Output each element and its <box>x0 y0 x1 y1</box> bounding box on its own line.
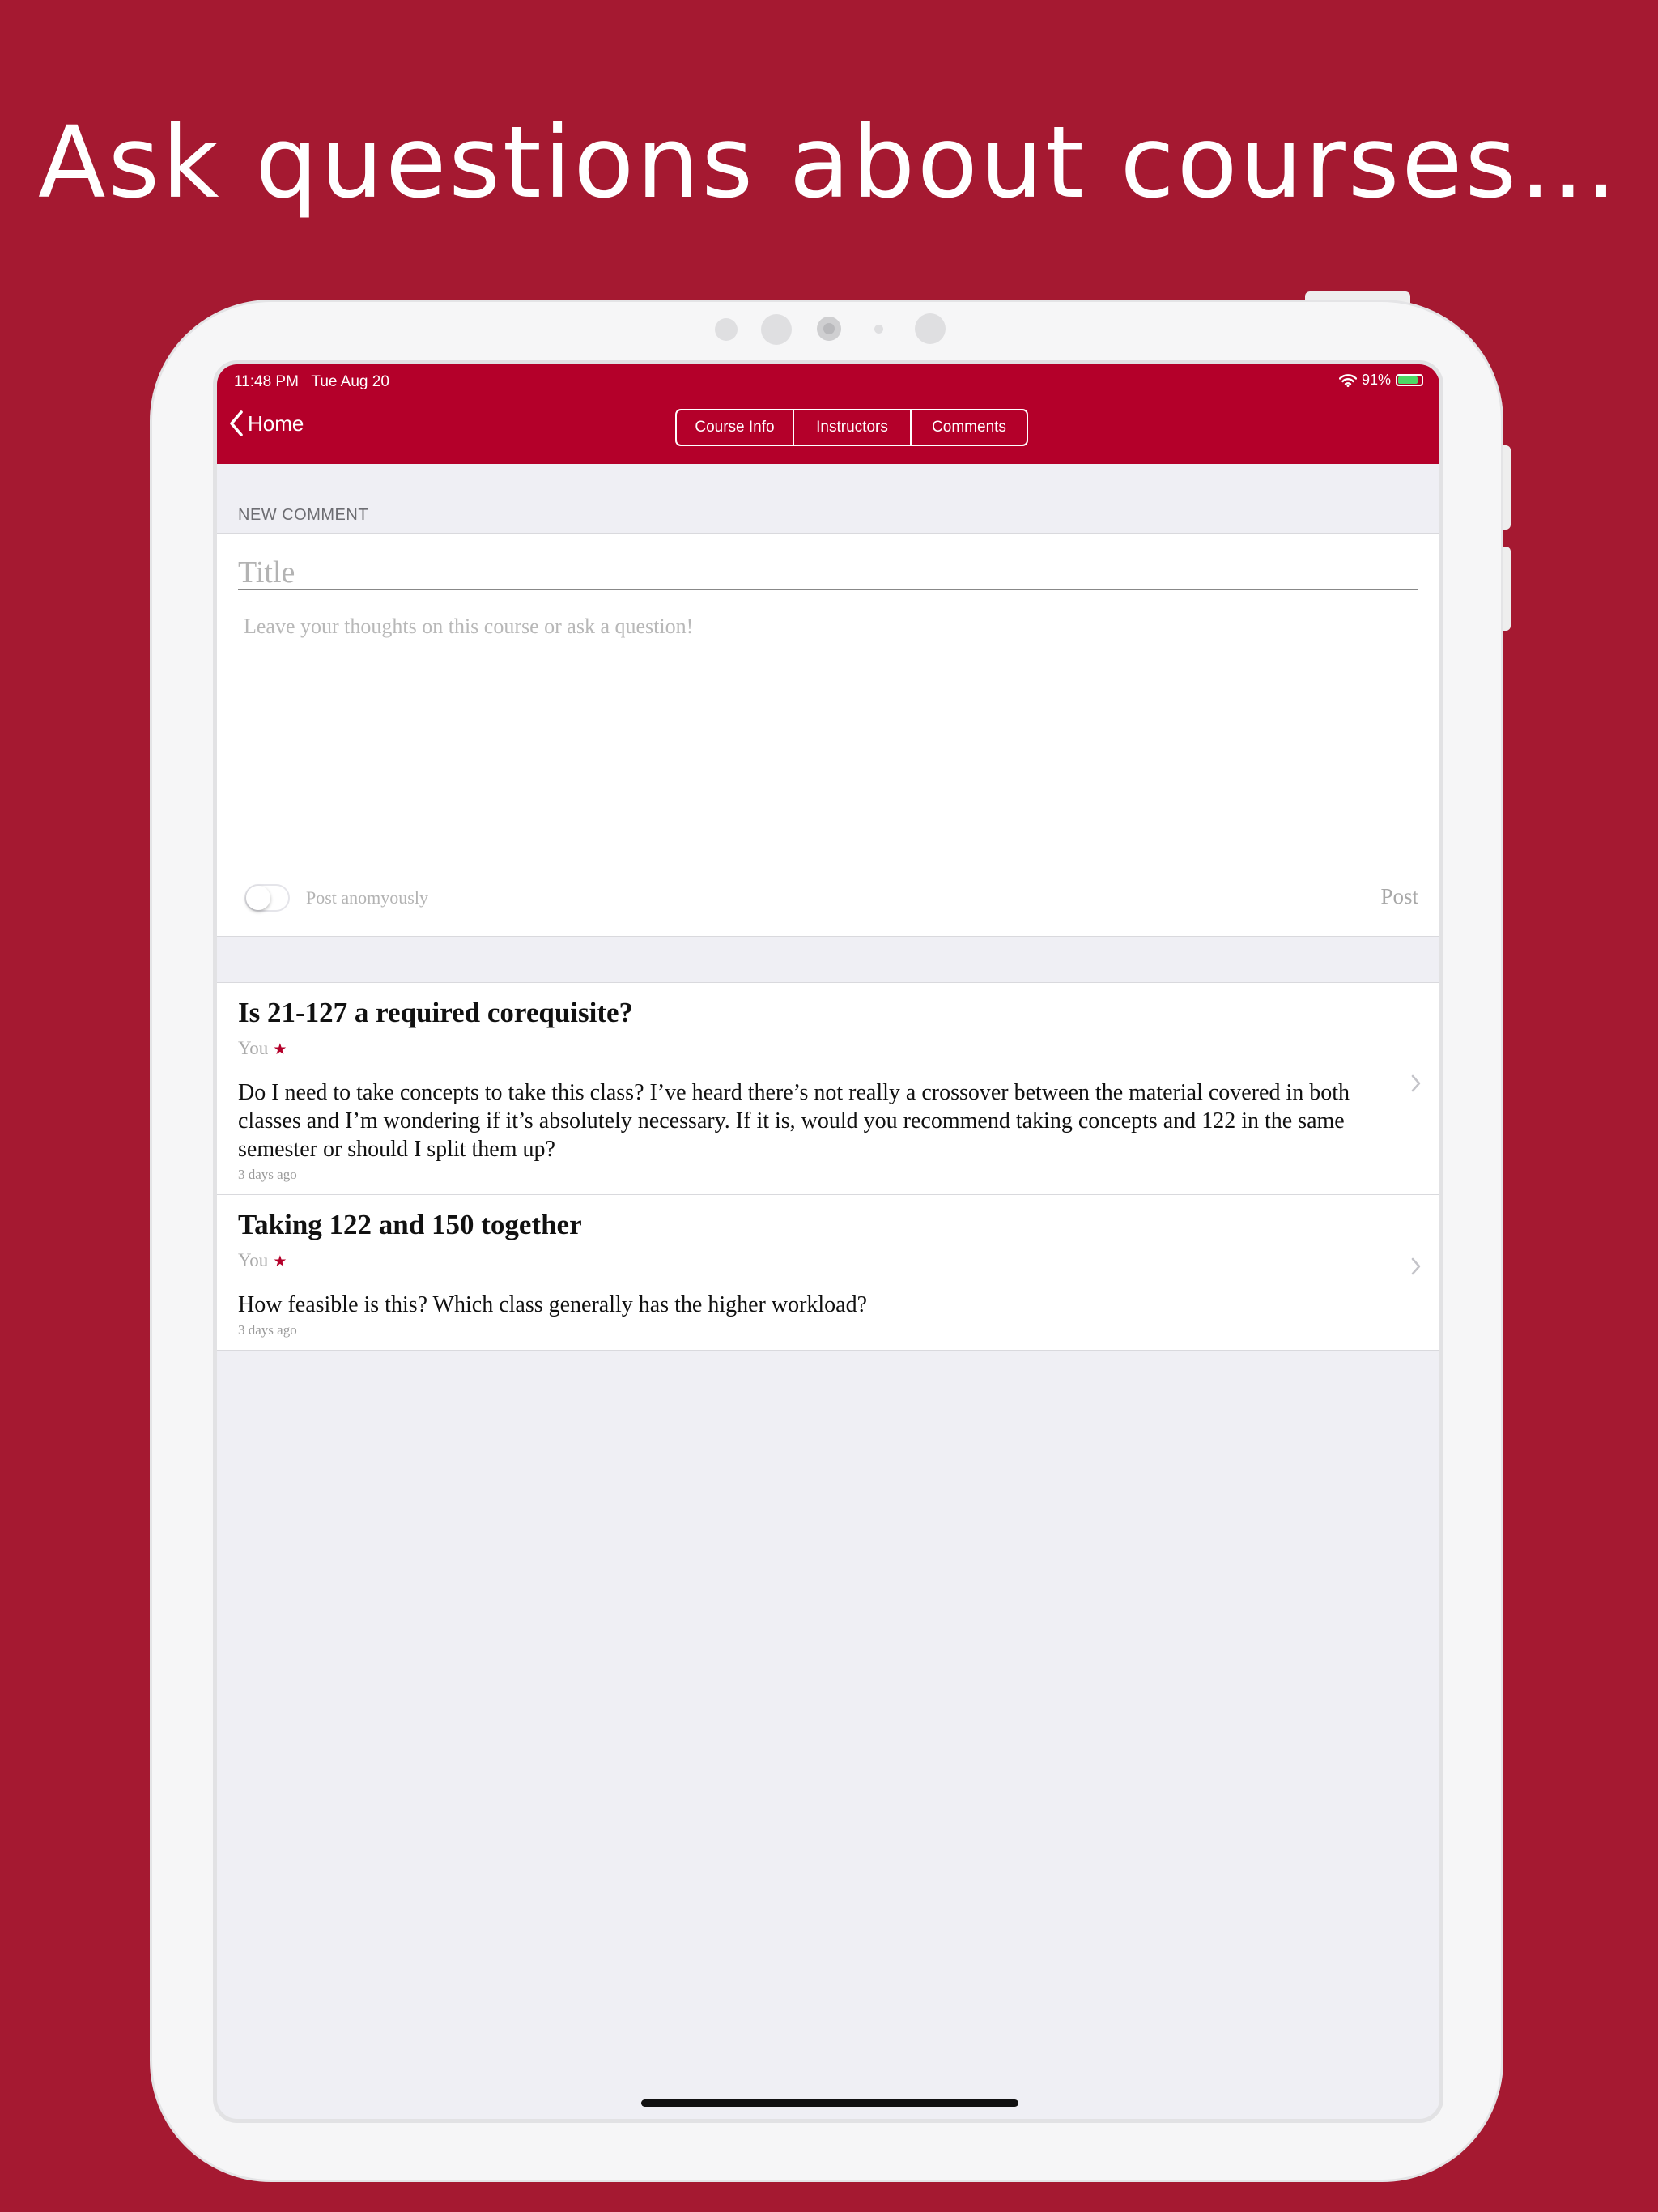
anonymous-label: Post anomyously <box>306 887 428 908</box>
back-chevron-icon <box>230 410 243 436</box>
anonymous-toggle[interactable] <box>244 884 290 912</box>
status-date: Tue Aug 20 <box>311 373 389 390</box>
comment-author: You <box>238 1038 269 1058</box>
comment-time: 3 days ago <box>238 1322 297 1338</box>
comment-body: Do I need to take concepts to take this … <box>238 1080 1350 1162</box>
battery-icon <box>1396 374 1423 386</box>
comment-author: You <box>238 1250 269 1270</box>
device-volume-down-button <box>1503 547 1511 631</box>
camera-dot-icon <box>915 313 946 344</box>
headline: Ask questions about courses… <box>37 105 1621 220</box>
camera-dot-icon <box>715 318 738 341</box>
star-icon: ★ <box>273 1253 287 1270</box>
device-volume-up-button <box>1503 445 1511 530</box>
comment-time: 3 days ago <box>238 1167 297 1182</box>
comment-author-line: You ★ <box>238 1036 1358 1062</box>
tab-course-info[interactable]: Course Info <box>677 410 794 445</box>
comment-body-input[interactable]: Leave your thoughts on this course or as… <box>244 615 693 639</box>
new-comment-form: Title Leave your thoughts on this course… <box>217 533 1439 937</box>
comment-body: How feasible is this? Which class genera… <box>238 1292 868 1317</box>
camera-dot-icon <box>761 314 792 345</box>
sensor-dot-icon <box>874 325 883 334</box>
home-indicator[interactable] <box>641 2099 1018 2107</box>
battery-percent: 91% <box>1361 372 1391 388</box>
title-input[interactable]: Title <box>238 550 1418 590</box>
app-screen: 11:48 PM Tue Aug 20 91% Home Course Info… <box>213 360 1443 2123</box>
status-time: 11:48 PM <box>234 373 299 390</box>
comment-title: Taking 122 and 150 together <box>238 1209 582 1240</box>
comment-author-line: You ★ <box>238 1249 1358 1274</box>
star-icon: ★ <box>273 1041 287 1058</box>
status-bar-right: 91% <box>1338 372 1423 389</box>
chevron-right-icon <box>1411 1074 1421 1092</box>
post-button[interactable]: Post <box>1380 884 1418 909</box>
battery-level-fill <box>1398 376 1418 384</box>
new-comment-section-label: NEW COMMENT <box>238 506 369 524</box>
segmented-control: Course Info Instructors Comments <box>675 409 1028 446</box>
comment-row[interactable]: Taking 122 and 150 together You ★ How fea… <box>217 1195 1439 1350</box>
back-button[interactable]: Home <box>228 410 304 437</box>
comment-row[interactable]: Is 21-127 a required corequisite? You ★ D… <box>217 983 1439 1195</box>
camera-lens-icon <box>817 317 841 341</box>
comment-title: Is 21-127 a required corequisite? <box>238 997 634 1028</box>
comments-list: Is 21-127 a required corequisite? You ★ D… <box>217 982 1439 1351</box>
chevron-right-icon <box>1411 1257 1421 1275</box>
toggle-knob <box>246 886 270 910</box>
tab-comments[interactable]: Comments <box>912 410 1027 445</box>
tab-instructors[interactable]: Instructors <box>794 410 912 445</box>
wifi-icon <box>1338 373 1357 387</box>
navigation-bar: 11:48 PM Tue Aug 20 91% Home Course Info… <box>217 364 1439 464</box>
back-label: Home <box>248 410 304 436</box>
status-bar-time: 11:48 PM Tue Aug 20 <box>234 373 389 391</box>
